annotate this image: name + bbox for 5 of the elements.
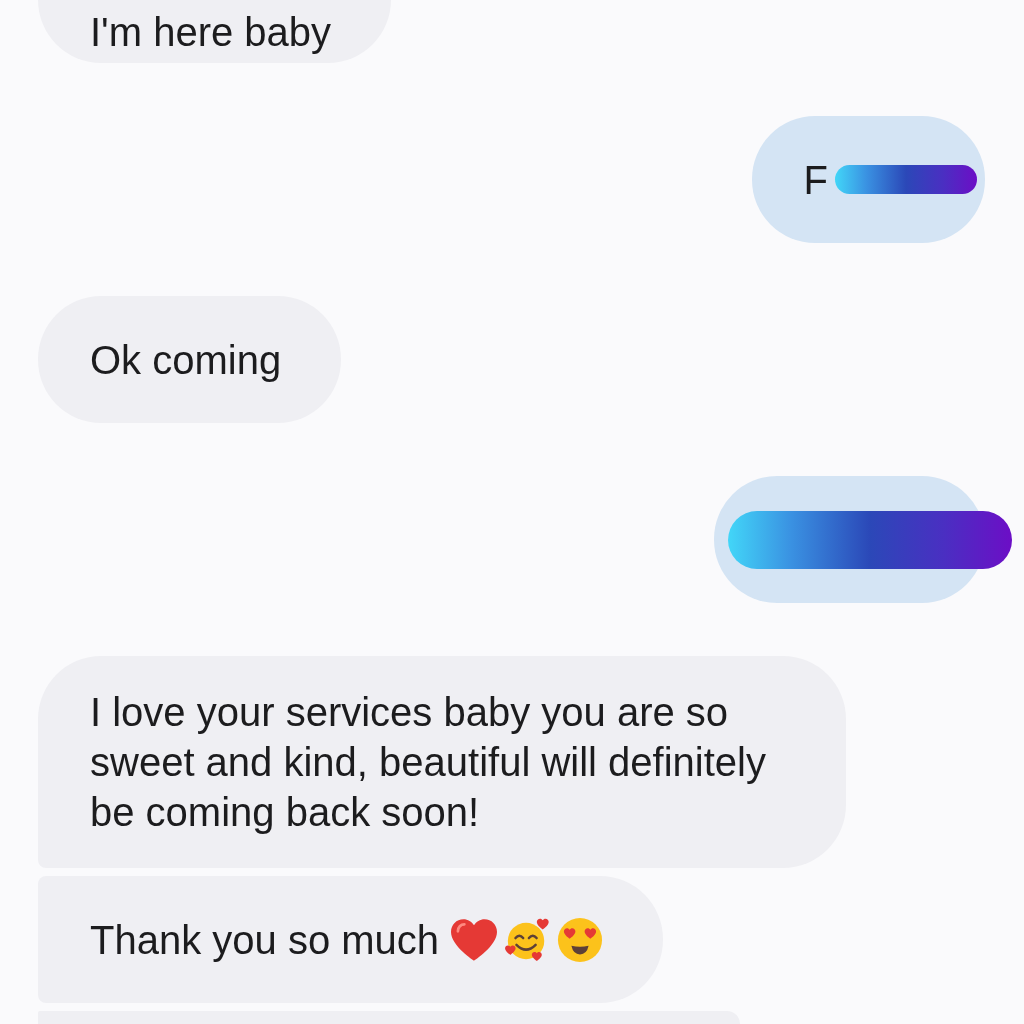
message-text: I'm here baby [90, 8, 332, 56]
message-text: I love your services baby you are so sweet and kind, beautiful will definitely be coming back soon! [90, 689, 767, 836]
message-text: F [803, 156, 828, 204]
message-text: Ok coming [90, 336, 282, 384]
message-text: Thank you so much [90, 916, 440, 964]
